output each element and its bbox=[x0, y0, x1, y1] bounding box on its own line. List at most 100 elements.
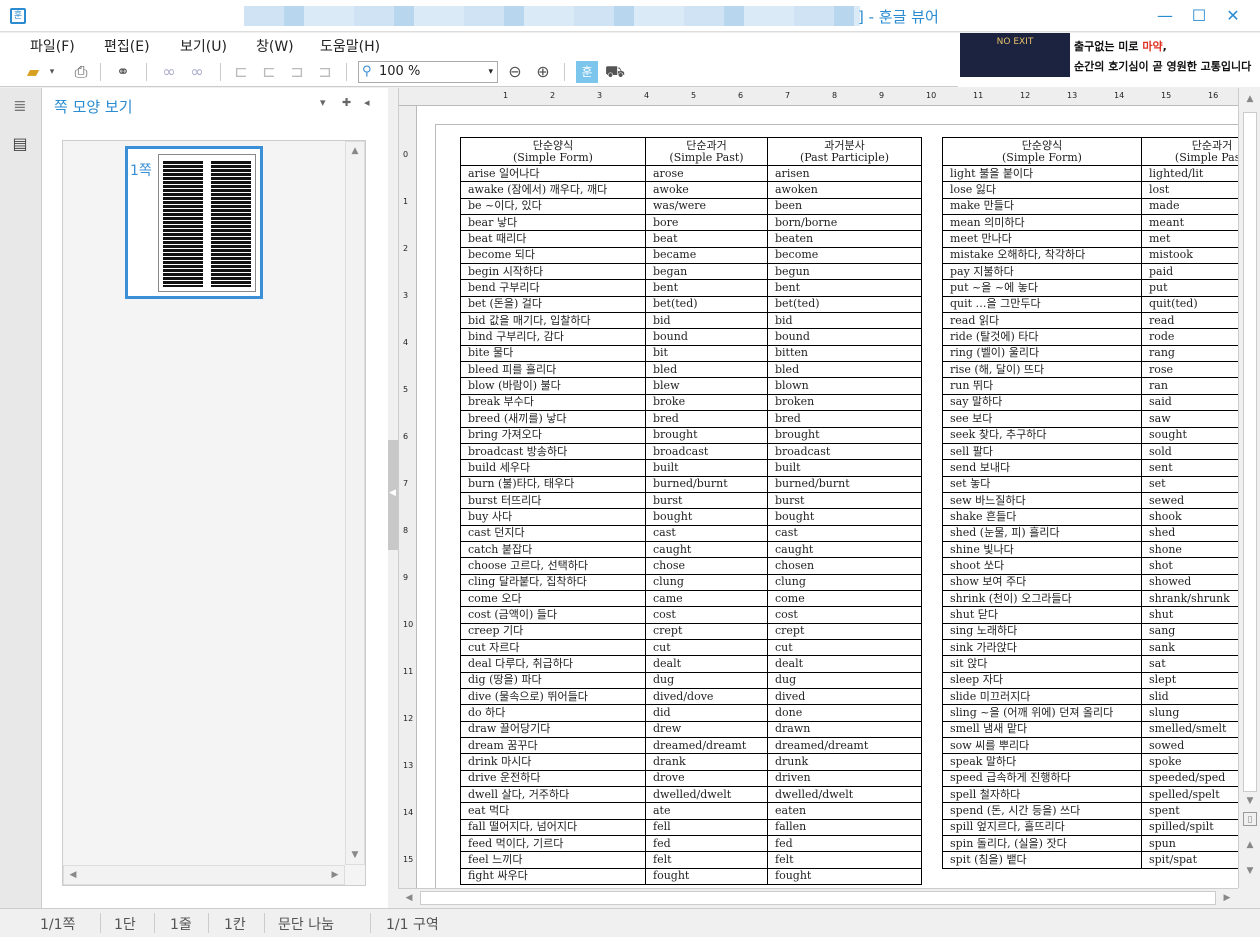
thumbnail-horizontal-scrollbar[interactable]: ◀ ▶ bbox=[63, 865, 345, 885]
table-row: sit 앉다 sat bbox=[942, 655, 1238, 673]
menu-help[interactable]: 도움말(H) bbox=[320, 36, 380, 56]
maximize-icon[interactable]: ☐ bbox=[1188, 6, 1210, 28]
table-cell: begun bbox=[767, 263, 922, 281]
table-cell: cost (금액이) 들다 bbox=[460, 606, 646, 624]
table-cell: spill 엎지르다, 흘뜨리다 bbox=[942, 818, 1142, 837]
ruler-tick-label: 5 bbox=[403, 385, 409, 394]
ruler-tick-label: 12 bbox=[1020, 91, 1031, 100]
table-row: shake 흔들다 shook bbox=[942, 508, 1238, 526]
table-cell: speed 급속하게 진행하다 bbox=[942, 769, 1142, 788]
horizontal-scroll-thumb[interactable] bbox=[420, 891, 1216, 905]
next-page-arrow-icon[interactable]: ▼ bbox=[1243, 864, 1257, 878]
column-header-english: (Past Participle) bbox=[799, 150, 890, 164]
table-row: dwell 살다, 거주하다 dwelled/dwelt dwelled/dwelt bbox=[460, 786, 922, 804]
table-cell: lost bbox=[1141, 181, 1238, 199]
column-header-korean: 과거분사 bbox=[824, 138, 865, 152]
table-cell: dream 꿈꾸다 bbox=[460, 737, 646, 755]
scroll-left-icon[interactable]: ◀ bbox=[66, 868, 80, 882]
close-icon[interactable]: ✕ bbox=[1222, 6, 1244, 28]
table-cell: bid bbox=[645, 312, 768, 330]
scroll-right-icon[interactable]: ▶ bbox=[1220, 891, 1234, 905]
prev-page-arrow-icon[interactable]: ▲ bbox=[1243, 838, 1257, 852]
column-header-english: (Simple Past) bbox=[669, 150, 744, 164]
page-thumbnail[interactable]: 1쪽 bbox=[125, 146, 263, 299]
collapse-panel-icon[interactable]: ◂ bbox=[364, 96, 370, 109]
table-cell: brought bbox=[645, 426, 768, 444]
zoom-in-icon[interactable]: ⊕ bbox=[532, 61, 554, 83]
table-cell: became bbox=[645, 246, 768, 265]
print-icon[interactable]: ⎙ bbox=[70, 61, 92, 83]
table-cell: bought bbox=[767, 508, 922, 526]
menu-view[interactable]: 보기(U) bbox=[180, 36, 227, 56]
table-cell: brought bbox=[767, 426, 922, 444]
advertisement[interactable]: NO EXIT 출구없는 미로 마약, 순간의 호기심이 곧 영원한 고통입니다 bbox=[958, 33, 1260, 87]
menu-edit[interactable]: 편집(E) bbox=[104, 36, 150, 56]
table-cell: bear 낳다 bbox=[460, 214, 646, 232]
table-cell: blown bbox=[767, 377, 922, 395]
next-link-icon[interactable]: ∞ bbox=[186, 61, 208, 83]
table-row: bid 값을 매기다, 입찰하다 bid bid bbox=[460, 312, 922, 330]
table-cell: ride (탈것에) 타다 bbox=[942, 328, 1142, 346]
scroll-left-icon[interactable]: ◀ bbox=[402, 891, 416, 905]
prev-page-icon[interactable]: ⊏ bbox=[258, 61, 280, 83]
column-header: 과거분사 (Past Participle) bbox=[767, 137, 922, 166]
ruler-tick-label: 5 bbox=[691, 91, 697, 100]
table-cell: be ~이다, 있다 bbox=[460, 197, 646, 216]
find-binoculars-icon[interactable]: ⚭ bbox=[112, 61, 134, 83]
prev-link-icon[interactable]: ∞ bbox=[158, 61, 180, 83]
table-cell: bred bbox=[767, 410, 922, 428]
table-cell: shut 닫다 bbox=[942, 606, 1142, 624]
menu-file[interactable]: 파일(F) bbox=[30, 36, 75, 56]
table-cell: spell 철자하다 bbox=[942, 786, 1142, 804]
table-cell: sling ~을 (어깨 위에) 던져 올리다 bbox=[942, 704, 1142, 722]
next-page-icon[interactable]: ⊐ bbox=[286, 61, 308, 83]
minimize-icon[interactable]: — bbox=[1154, 6, 1176, 28]
pin-icon[interactable]: ✚ bbox=[342, 96, 351, 109]
table-row: cling 달라붙다, 집착하다 clung clung bbox=[460, 573, 922, 591]
shopping-cart-icon[interactable]: ⛟ bbox=[604, 61, 626, 83]
table-cell: spin 돌리다, (실을) 잣다 bbox=[942, 835, 1142, 853]
open-dropdown-icon[interactable]: ▾ bbox=[46, 61, 58, 83]
table-row: send 보내다 sent bbox=[942, 459, 1238, 477]
table-row: shed (눈물, 피) 흘리다 shed bbox=[942, 524, 1238, 542]
scroll-thumb[interactable] bbox=[1243, 112, 1257, 792]
document-horizontal-scrollbar[interactable]: ◀ ▶ bbox=[398, 888, 1238, 908]
scroll-down-icon[interactable]: ▼ bbox=[1243, 794, 1257, 808]
first-page-icon[interactable]: ⊏ bbox=[230, 61, 252, 83]
table-cell: feed 먹이다, 기르다 bbox=[460, 835, 646, 853]
ad-image: NO EXIT bbox=[960, 33, 1070, 77]
ruler-tick-label: 3 bbox=[597, 91, 603, 100]
table-cell: bind 구부리다, 감다 bbox=[460, 328, 646, 346]
scroll-up-icon[interactable]: ▲ bbox=[348, 144, 362, 158]
table-cell: bred bbox=[645, 410, 768, 428]
app-icon: 훈 bbox=[10, 8, 26, 24]
page-mode-icon[interactable]: ▯ bbox=[1243, 812, 1257, 826]
last-page-icon[interactable]: ⊐ bbox=[314, 61, 336, 83]
document-vertical-scrollbar[interactable]: ▲ ▼ ▯ ▲ ▼ bbox=[1238, 88, 1260, 888]
table-row: bind 구부리다, 감다 bound bound bbox=[460, 328, 922, 346]
table-cell: sewed bbox=[1141, 491, 1238, 510]
page-view-icon[interactable]: ▤ bbox=[10, 134, 30, 156]
table-cell: began bbox=[645, 263, 768, 281]
scroll-down-icon[interactable]: ▼ bbox=[348, 848, 362, 862]
table-cell: eat 먹다 bbox=[460, 802, 646, 820]
column-header: 단순양식 (Simple Form) bbox=[942, 137, 1142, 166]
scroll-right-icon[interactable]: ▶ bbox=[328, 868, 342, 882]
table-row: run 뛰다 ran bbox=[942, 377, 1238, 395]
outline-view-icon[interactable]: ≣ bbox=[10, 96, 30, 118]
thumbnail-vertical-scrollbar[interactable]: ▲ ▼ bbox=[345, 141, 365, 865]
splitter-handle[interactable]: ◀ bbox=[388, 440, 398, 550]
scroll-up-icon[interactable]: ▲ bbox=[1243, 92, 1257, 106]
hwp-icon[interactable]: 훈 bbox=[576, 61, 598, 83]
zoom-out-icon[interactable]: ⊖ bbox=[504, 61, 526, 83]
ruler-tick-label: 8 bbox=[403, 526, 409, 535]
panel-menu-icon[interactable]: ▾ bbox=[320, 96, 326, 109]
zoom-select[interactable]: ⚲ 100 % ▾ bbox=[358, 61, 498, 83]
table-cell: show 보여 주다 bbox=[942, 573, 1142, 591]
open-folder-icon[interactable]: ▰ bbox=[22, 61, 44, 83]
table-cell: break 부수다 bbox=[460, 393, 646, 412]
table-row: rise (해, 달이) 뜨다 rose bbox=[942, 361, 1238, 379]
menu-bar: 파일(F) 편집(E) 보기(U) 창(W) 도움말(H) bbox=[0, 33, 958, 57]
menu-window[interactable]: 창(W) bbox=[256, 36, 294, 56]
table-cell: bend 구부리다 bbox=[460, 279, 646, 297]
